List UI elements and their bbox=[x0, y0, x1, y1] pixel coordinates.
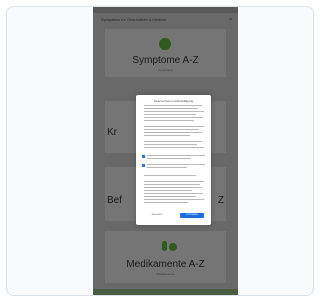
checkbox-line bbox=[147, 158, 191, 159]
paragraph-line bbox=[144, 105, 202, 106]
checkbox-icon[interactable] bbox=[142, 164, 145, 167]
consent-checkbox-2[interactable] bbox=[142, 164, 206, 171]
checkbox-label bbox=[147, 155, 205, 160]
paragraph-line bbox=[144, 129, 199, 130]
paragraph-line bbox=[144, 120, 194, 121]
paragraph-line bbox=[144, 190, 192, 191]
paragraph-line bbox=[144, 144, 197, 145]
checkbox-icon[interactable] bbox=[142, 155, 145, 158]
checkbox-line bbox=[147, 164, 205, 165]
paragraph-line bbox=[144, 181, 204, 182]
checkbox-label bbox=[147, 164, 205, 169]
checkbox-line bbox=[147, 155, 205, 156]
paragraph-line bbox=[144, 114, 196, 115]
preview-card: Sympatros für Gesundheit & Medizin × Sym… bbox=[6, 6, 314, 296]
paragraph-line bbox=[144, 147, 204, 148]
paragraph-line bbox=[144, 196, 196, 197]
paragraph-line bbox=[144, 111, 204, 112]
decline-button[interactable]: ABLEHNEN bbox=[145, 213, 169, 218]
dialog-title: Datenschutz und Einwilligung bbox=[153, 99, 194, 103]
paragraph-line bbox=[144, 202, 188, 203]
paragraph-line bbox=[144, 117, 203, 118]
checkbox-line bbox=[147, 167, 187, 168]
paragraph-line bbox=[144, 193, 203, 194]
paragraph-line bbox=[144, 187, 202, 188]
paragraph-line bbox=[144, 132, 202, 133]
paragraph-line bbox=[144, 184, 200, 185]
paragraph-line bbox=[144, 135, 190, 136]
paragraph-line bbox=[144, 108, 198, 109]
paragraph-line bbox=[144, 175, 196, 176]
paragraph-line bbox=[144, 141, 202, 142]
paragraph-line bbox=[144, 126, 204, 127]
phone-screenshot: Sympatros für Gesundheit & Medizin × Sym… bbox=[93, 7, 238, 295]
paragraph-line bbox=[144, 199, 204, 200]
accept-button[interactable]: ZUSTIMMEN bbox=[180, 213, 204, 218]
consent-checkbox-1[interactable] bbox=[142, 155, 206, 162]
consent-dialog: Datenschutz und Einwilligung ABLEHNEN ZU… bbox=[136, 95, 211, 225]
